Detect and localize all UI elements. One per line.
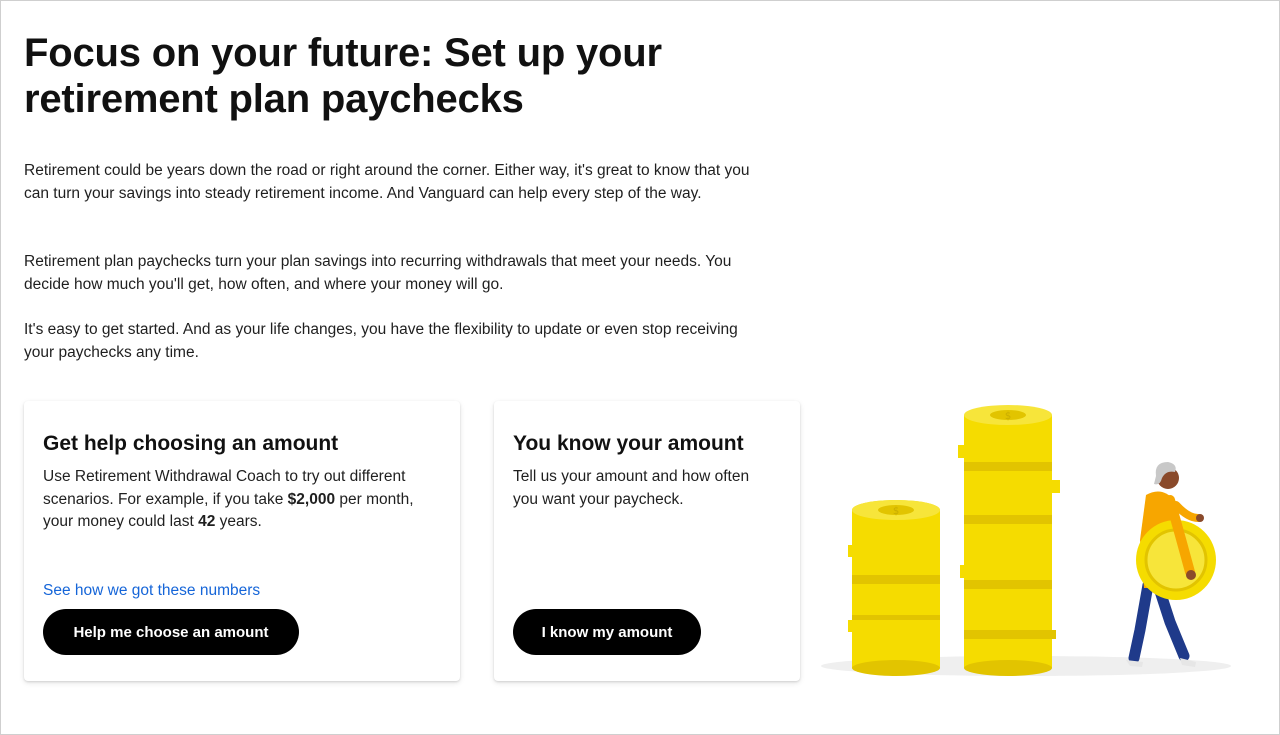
coin-dollar-symbol: $	[893, 506, 899, 517]
know-amount-card-body: Tell us your amount and how often you wa…	[513, 468, 750, 508]
know-amount-button[interactable]: I know my amount	[513, 609, 701, 655]
coin-dollar-symbol: $	[1005, 411, 1011, 422]
know-amount-card-title: You know your amount	[513, 432, 744, 455]
see-numbers-link[interactable]: See how we got these numbers	[43, 581, 260, 601]
help-body-end: years.	[215, 513, 262, 530]
person-figure	[1126, 462, 1216, 667]
flexibility-paragraph: It's easy to get started. And as your li…	[24, 321, 738, 361]
help-choose-card: Get help choosing an amount Use Retireme…	[24, 401, 460, 681]
help-choose-card-body: Use Retirement Withdrawal Coach to try o…	[43, 466, 443, 534]
page-title: Focus on your future: Set up your retire…	[24, 31, 662, 121]
example-amount: $2,000	[287, 490, 336, 508]
short-coin-stack: $	[848, 500, 940, 676]
coin-stacks-person-illustration: $ $	[821, 405, 1231, 676]
help-choose-card-title: Get help choosing an amount	[43, 432, 339, 455]
example-years: 42	[198, 513, 216, 530]
paychecks-paragraph: Retirement plan paychecks turn your plan…	[24, 253, 732, 293]
know-amount-card: You know your amount Tell us your amount…	[494, 401, 800, 681]
intro-paragraph: Retirement could be years down the road …	[24, 162, 750, 202]
tall-coin-stack: $	[958, 405, 1060, 676]
help-choose-amount-button[interactable]: Help me choose an amount	[43, 609, 299, 655]
